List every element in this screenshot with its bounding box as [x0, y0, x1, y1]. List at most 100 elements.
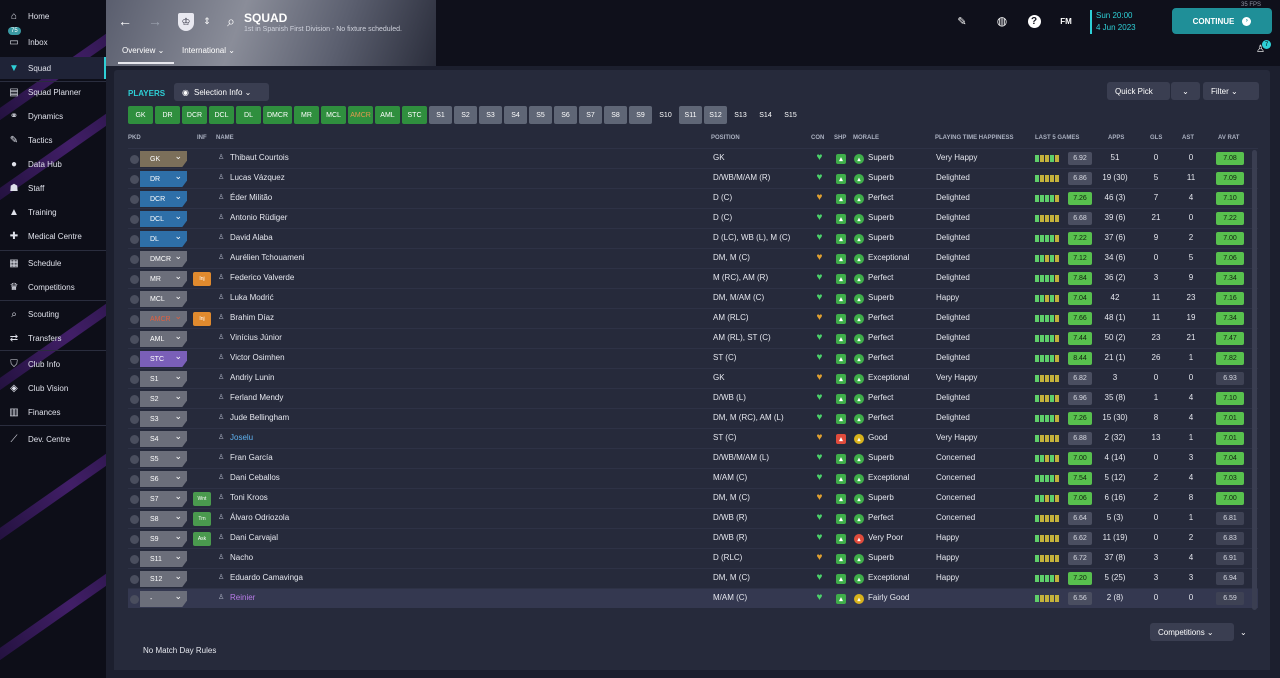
- chip-gk[interactable]: GK: [128, 106, 153, 124]
- pick-circle-icon[interactable]: [130, 555, 139, 564]
- table-row[interactable]: S6 ♙ Dani Ceballos M/AM (C) ♥ ▴ ▴ Exceptional Co…: [128, 468, 1258, 488]
- pick-circle-icon[interactable]: [130, 175, 139, 184]
- chip-s5[interactable]: S5: [529, 106, 552, 124]
- chip-s14[interactable]: S14: [754, 106, 777, 124]
- pick-circle-icon[interactable]: [130, 375, 139, 384]
- chip-dmcr[interactable]: DMCR: [263, 106, 292, 124]
- squad-slot-select[interactable]: S5: [140, 451, 187, 467]
- pick-circle-icon[interactable]: [130, 355, 139, 364]
- player-name[interactable]: Victor Osimhen: [230, 353, 285, 362]
- squad-slot-select[interactable]: MR: [140, 271, 187, 287]
- table-row[interactable]: S1 ♙ Andriy Lunin GK ♥ ▴ ▴ Exceptional Very Happ…: [128, 368, 1258, 388]
- player-name[interactable]: Vinícius Júnior: [230, 333, 282, 342]
- pick-circle-icon[interactable]: [130, 315, 139, 324]
- player-name[interactable]: Fran García: [230, 453, 273, 462]
- nav-squad[interactable]: ▼ Squad: [0, 57, 106, 79]
- col-ast[interactable]: AST: [1182, 135, 1194, 141]
- squad-slot-select[interactable]: S3: [140, 411, 187, 427]
- squad-slot-select[interactable]: AMCR: [140, 311, 187, 327]
- competitions-button[interactable]: Competitions ⌄: [1150, 623, 1234, 641]
- club-switch-button[interactable]: ⇕: [198, 12, 216, 30]
- help-button[interactable]: ?: [1025, 12, 1043, 30]
- table-row[interactable]: DCR ♙ Éder Militão D (C) ♥ ▴ ▴ Perfect Delighted…: [128, 188, 1258, 208]
- chip-s13[interactable]: S13: [729, 106, 752, 124]
- chip-s4[interactable]: S4: [504, 106, 527, 124]
- col-shp[interactable]: SHP: [834, 135, 846, 141]
- nav-squad-planner[interactable]: ▤ Squad Planner: [0, 81, 106, 103]
- nav-club-info[interactable]: ⛉ Club Info: [0, 353, 106, 375]
- squad-slot-select[interactable]: -: [140, 591, 187, 607]
- squad-slot-select[interactable]: S1: [140, 371, 187, 387]
- continue-button[interactable]: CONTINUE ›: [1172, 8, 1272, 34]
- table-row[interactable]: AML ♙ Vinícius Júnior AM (RL), ST (C) ♥ ▴ ▴ Per…: [128, 328, 1258, 348]
- squad-slot-select[interactable]: S4: [140, 431, 187, 447]
- squad-slot-select[interactable]: S9: [140, 531, 187, 547]
- chip-s7[interactable]: S7: [579, 106, 602, 124]
- player-name[interactable]: Lucas Vázquez: [230, 173, 285, 182]
- nav-home[interactable]: ⌂ Home: [0, 5, 106, 27]
- squad-slot-select[interactable]: DL: [140, 231, 187, 247]
- table-row[interactable]: STC ♙ Victor Osimhen ST (C) ♥ ▴ ▴ Perfect Deligh…: [128, 348, 1258, 368]
- col-position[interactable]: POSITION: [711, 135, 740, 141]
- squad-slot-select[interactable]: S12: [140, 571, 187, 587]
- search-button[interactable]: ⌕: [222, 12, 240, 30]
- nav-club-vision[interactable]: ◈ Club Vision: [0, 377, 106, 399]
- squad-slot-select[interactable]: DMCR: [140, 251, 187, 267]
- col-avrat[interactable]: AV RAT: [1218, 135, 1239, 141]
- world-button[interactable]: ◍: [993, 12, 1011, 30]
- chip-mr[interactable]: MR: [294, 106, 319, 124]
- nav-staff[interactable]: ☗ Staff: [0, 177, 106, 199]
- chip-dr[interactable]: DR: [155, 106, 180, 124]
- player-name[interactable]: Toni Kroos: [230, 493, 268, 502]
- pick-circle-icon[interactable]: [130, 495, 139, 504]
- chip-mcl[interactable]: MCL: [321, 106, 346, 124]
- pick-circle-icon[interactable]: [130, 275, 139, 284]
- chip-s15[interactable]: S15: [779, 106, 802, 124]
- squad-slot-select[interactable]: DCL: [140, 211, 187, 227]
- player-name[interactable]: Dani Carvajal: [230, 533, 278, 542]
- player-name[interactable]: Dani Ceballos: [230, 473, 280, 482]
- player-name[interactable]: Jude Bellingham: [230, 413, 289, 422]
- squad-slot-select[interactable]: S8: [140, 511, 187, 527]
- back-button[interactable]: ←: [116, 12, 134, 30]
- tab-overview[interactable]: Overview ⌄: [122, 46, 164, 55]
- player-name[interactable]: Álvaro Odriozola: [230, 513, 289, 522]
- player-name[interactable]: Eduardo Camavinga: [230, 573, 303, 582]
- pick-circle-icon[interactable]: [130, 415, 139, 424]
- col-name[interactable]: NAME: [216, 135, 234, 141]
- table-row[interactable]: DR ♙ Lucas Vázquez D/WB/M/AM (R) ♥ ▴ ▴ Superb De…: [128, 168, 1258, 188]
- squad-slot-select[interactable]: S2: [140, 391, 187, 407]
- chip-s8[interactable]: S8: [604, 106, 627, 124]
- user-avatar[interactable]: ♙ 7: [1256, 40, 1271, 58]
- squad-slot-select[interactable]: STC: [140, 351, 187, 367]
- quick-pick-menu-button[interactable]: ⌄: [1171, 82, 1200, 100]
- chip-s9[interactable]: S9: [629, 106, 652, 124]
- col-con[interactable]: CON: [811, 135, 824, 141]
- squad-slot-select[interactable]: DR: [140, 171, 187, 187]
- club-crest-icon[interactable]: ♔: [178, 13, 194, 31]
- pick-circle-icon[interactable]: [130, 455, 139, 464]
- squad-slot-select[interactable]: S7: [140, 491, 187, 507]
- chip-s11[interactable]: S11: [679, 106, 702, 124]
- fm-menu-button[interactable]: FM: [1056, 12, 1076, 30]
- chip-dl[interactable]: DL: [236, 106, 261, 124]
- pick-circle-icon[interactable]: [130, 155, 139, 164]
- player-name[interactable]: Antonio Rüdiger: [230, 213, 287, 222]
- table-scrollbar[interactable]: [1252, 150, 1257, 610]
- table-row[interactable]: S2 ♙ Ferland Mendy D/WB (L) ♥ ▴ ▴ Perfect Deligh…: [128, 388, 1258, 408]
- pick-circle-icon[interactable]: [130, 595, 139, 604]
- game-date[interactable]: Sun 20:00 4 Jun 2023: [1090, 10, 1136, 34]
- nav-schedule[interactable]: ▦ Schedule: [0, 252, 106, 274]
- nav-tactics[interactable]: ✎ Tactics: [0, 129, 106, 151]
- table-row[interactable]: DL ♙ David Alaba D (LC), WB (L), M (C) ♥ ▴ ▴ Su…: [128, 228, 1258, 248]
- nav-data-hub[interactable]: ● Data Hub: [0, 153, 106, 175]
- player-name[interactable]: Nacho: [230, 553, 253, 562]
- table-row[interactable]: S4 ♙ Joselu ST (C) ♥ ▴ ▴ Good Very Happy 6.88 2 (3…: [128, 428, 1258, 448]
- squad-slot-select[interactable]: DCR: [140, 191, 187, 207]
- selection-info-button[interactable]: ◉ Selection Info ⌄: [174, 83, 269, 101]
- player-name[interactable]: Andriy Lunin: [230, 373, 274, 382]
- chip-s6[interactable]: S6: [554, 106, 577, 124]
- player-name[interactable]: Éder Militão: [230, 193, 272, 202]
- player-name[interactable]: Luka Modrić: [230, 293, 274, 302]
- chip-s10[interactable]: S10: [654, 106, 677, 124]
